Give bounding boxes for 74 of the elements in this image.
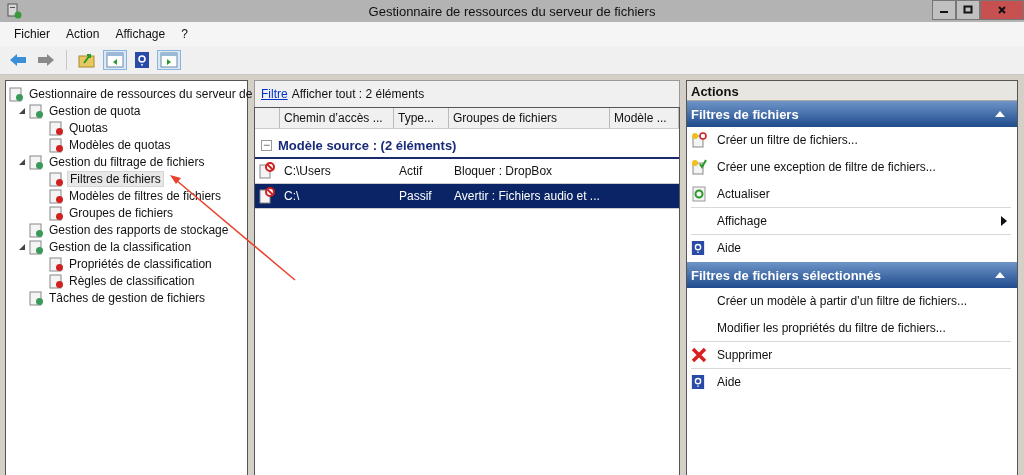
new-exception-icon (691, 159, 707, 175)
expand-toggle-icon[interactable] (18, 106, 26, 115)
table-cell-text: C:\ (283, 189, 301, 203)
tree-item[interactable]: Gestion du filtrage de fichiers (47, 154, 207, 169)
node-icon (48, 187, 64, 204)
table-row[interactable]: C:\ Passif Avertir : Fichiers audio et ... (255, 184, 679, 209)
tree-item[interactable]: Gestion de la classification (47, 239, 194, 254)
tree-item[interactable]: Gestion de quota (47, 103, 143, 118)
server-icon (6, 3, 22, 19)
tree-item[interactable]: Règles de classification (67, 273, 197, 288)
task-link[interactable]: Aide (717, 375, 742, 389)
actions-title: Actions (687, 81, 1017, 101)
close-button[interactable] (980, 0, 1024, 20)
collapse-icon (995, 272, 1005, 278)
task-link[interactable]: Aide (717, 241, 742, 255)
node-icon (28, 221, 44, 238)
tree-item[interactable]: Propriétés de classification (67, 256, 214, 271)
new-filter-icon (691, 132, 707, 148)
group-heading: Modèle source : (2 éléments) (278, 137, 457, 153)
tree-item[interactable]: Filtres de fichiers (67, 170, 164, 187)
node-icon (48, 255, 64, 272)
task-link[interactable]: Modifier les propriétés du filtre de fichiers... (717, 321, 946, 335)
node-icon (48, 272, 64, 289)
task-link[interactable]: Affichage (717, 214, 767, 228)
node-icon (48, 136, 64, 153)
submenu-arrow-icon (1001, 216, 1007, 226)
node-icon (28, 289, 44, 306)
table-cell-text: Actif (398, 164, 424, 178)
task-link[interactable]: Supprimer (717, 348, 773, 362)
node-icon (28, 102, 44, 119)
table-cell-text: Avertir : Fichiers audio et ... (453, 189, 601, 203)
section-header[interactable]: Filtres de fichiers (687, 101, 1017, 127)
minimize-button[interactable] (932, 0, 956, 20)
tree-item[interactable]: Modèles de quotas (67, 137, 173, 152)
task-link[interactable]: Créer une exception de filtre de fichiers... (717, 160, 936, 174)
collapse-toggle[interactable]: − (261, 139, 272, 151)
column-header[interactable]: Chemin d’accès ... (280, 108, 394, 128)
collapse-icon (995, 111, 1005, 117)
table-cell-text: Bloquer : DropBox (453, 164, 554, 178)
column-header[interactable]: Modèle ... (610, 108, 679, 128)
task-link[interactable]: Créer un filtre de fichiers... (717, 133, 858, 147)
menu-item[interactable]: Fichier (6, 27, 58, 41)
menu-item[interactable]: Action (58, 27, 108, 41)
tree-item[interactable]: Gestion des rapports de stockage (47, 222, 231, 237)
node-icon (8, 85, 24, 102)
table-cell-text: Passif (398, 189, 433, 203)
task-link[interactable]: Actualiser (717, 187, 770, 201)
close-icon (997, 5, 1007, 15)
node-icon (48, 119, 64, 136)
tree-item[interactable]: Groupes de fichiers (67, 205, 176, 220)
help-icon (691, 374, 705, 390)
refresh-icon (691, 186, 707, 202)
filter-link[interactable]: Filtre (261, 87, 288, 101)
node-icon (48, 204, 64, 221)
node-icon (28, 153, 44, 170)
expand-toggle-icon[interactable] (18, 242, 26, 251)
column-header[interactable]: Type... (394, 108, 449, 128)
filter-summary: Afficher tout : 2 éléments (291, 87, 425, 101)
maximize-button[interactable] (956, 0, 980, 20)
table-cell-text: C:\Users (283, 164, 332, 178)
expand-toggle-icon[interactable] (18, 157, 26, 166)
node-icon (28, 238, 44, 255)
delete-icon (691, 347, 707, 363)
task-link[interactable]: Créer un modèle à partir d’un filtre de fichiers... (717, 294, 968, 308)
window-title: Gestionnaire de ressources du serveur de fichiers (368, 3, 656, 19)
column-header[interactable]: Groupes de fichiers (449, 108, 610, 128)
section-header[interactable]: Filtres de fichiers sélectionnés (687, 262, 1017, 288)
tree-item[interactable]: Quotas (67, 120, 110, 135)
maximize-icon (963, 5, 973, 15)
tree-item[interactable]: Tâches de gestion de fichiers (47, 290, 208, 305)
menu-item[interactable]: Affichage (107, 27, 174, 41)
help-icon (691, 240, 705, 256)
menu-item[interactable]: ? (173, 27, 196, 41)
node-icon (48, 170, 64, 187)
